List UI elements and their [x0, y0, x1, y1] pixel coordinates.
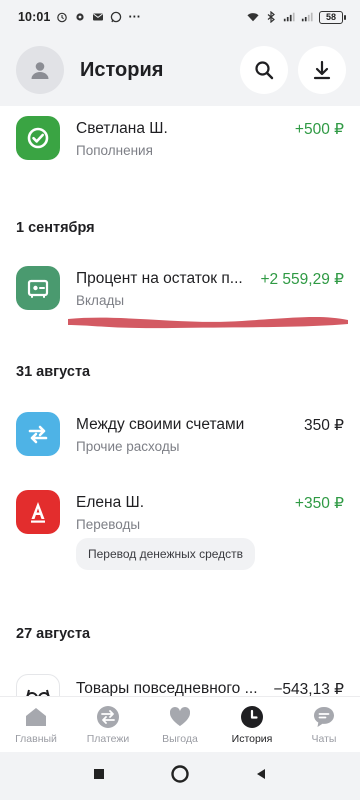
download-button[interactable]: [298, 46, 346, 94]
page-title: История: [80, 58, 164, 81]
transaction-title: Елена Ш.: [76, 494, 145, 511]
bluetooth-icon: [265, 11, 277, 23]
tab-label: История: [231, 733, 273, 745]
more-notifications: ···: [128, 10, 141, 24]
checkmark-icon: [16, 116, 60, 160]
tab-chats[interactable]: Чаты: [288, 697, 360, 752]
avatar[interactable]: [16, 46, 64, 94]
transaction-title: Между своими счетами: [76, 416, 245, 433]
tab-benefits[interactable]: Выгода: [144, 697, 216, 752]
circle-icon: [171, 764, 189, 783]
settings-icon: [74, 11, 86, 23]
triangle-back-icon: [257, 768, 265, 779]
transaction-amount: +2 559,29 ₽: [260, 271, 344, 288]
signal-icon-2: [301, 11, 313, 23]
transaction-amount: +350 ₽: [294, 495, 344, 512]
transaction-category: Прочие расходы: [76, 439, 180, 454]
transaction-row[interactable]: Светлана Ш. Пополнения +500 ₽: [0, 106, 360, 170]
chat-icon: [311, 704, 337, 730]
payments-icon: [95, 704, 121, 730]
back-button[interactable]: [254, 767, 268, 786]
transfer-arrows-icon: [16, 412, 60, 456]
battery-icon: 58: [319, 10, 346, 24]
transaction-title: Процент на остаток п...: [76, 270, 243, 287]
deposit-icon: [16, 266, 60, 310]
signal-icon: [283, 11, 295, 23]
mail-icon: [92, 11, 104, 23]
wifi-icon: [247, 11, 259, 23]
search-button[interactable]: [240, 46, 288, 94]
transaction-category: Пополнения: [76, 143, 153, 158]
transaction-amount: +500 ₽: [294, 121, 344, 138]
date-header: 1 сентября: [16, 220, 95, 236]
transaction-category: Переводы: [76, 517, 141, 532]
redaction-mark: [68, 317, 348, 329]
tab-history[interactable]: История: [216, 697, 288, 752]
tab-label: Платежи: [86, 733, 130, 745]
transaction-row[interactable]: Елена Ш. Переводы +350 ₽: [0, 480, 360, 544]
download-icon: [313, 60, 331, 80]
transaction-tag[interactable]: Перевод денежных средств: [76, 538, 256, 570]
tab-label: Выгода: [162, 733, 198, 745]
home-button[interactable]: [170, 764, 190, 789]
battery-level: 58: [319, 10, 343, 24]
transaction-amount: −543,13 ₽: [273, 681, 344, 696]
alfa-bank-icon: [16, 490, 60, 534]
clock-icon: [239, 704, 265, 730]
transaction-row[interactable]: Между своими счетами Прочие расходы 350 …: [0, 402, 360, 466]
transaction-title: Светлана Ш.: [76, 120, 168, 137]
tab-home[interactable]: Главный: [0, 697, 72, 752]
transaction-title: Товары повседневного ...: [76, 680, 258, 696]
transaction-amount: 350 ₽: [303, 417, 344, 434]
transaction-row[interactable]: Товары повседневного ... −543,13 ₽: [0, 664, 360, 696]
date-header: 27 августа: [16, 626, 91, 642]
status-time: 10:01: [18, 10, 51, 24]
square-icon: [94, 768, 104, 779]
date-header: 31 августа: [16, 364, 91, 380]
transaction-category: Вклады: [76, 293, 125, 308]
system-navigation-bar: [0, 752, 360, 800]
status-bar: 10:01 ··· 58: [0, 0, 360, 34]
alarm-icon: [56, 11, 68, 23]
tab-label: Главный: [15, 733, 57, 745]
history-feed[interactable]: Светлана Ш. Пополнения +500 ₽ 1 сентября…: [0, 106, 360, 696]
tab-label: Чаты: [311, 733, 337, 745]
glasses-icon: [16, 674, 60, 696]
search-icon: [255, 61, 274, 80]
page-header: История: [0, 34, 360, 106]
recents-button[interactable]: [92, 767, 106, 786]
tab-payments[interactable]: Платежи: [72, 697, 144, 752]
home-icon: [23, 704, 49, 730]
bottom-tab-bar: Главный Платежи Выгода История Чаты: [0, 696, 360, 752]
heart-icon: [167, 704, 193, 730]
whatsapp-icon: [110, 11, 122, 23]
user-icon: [31, 62, 49, 79]
